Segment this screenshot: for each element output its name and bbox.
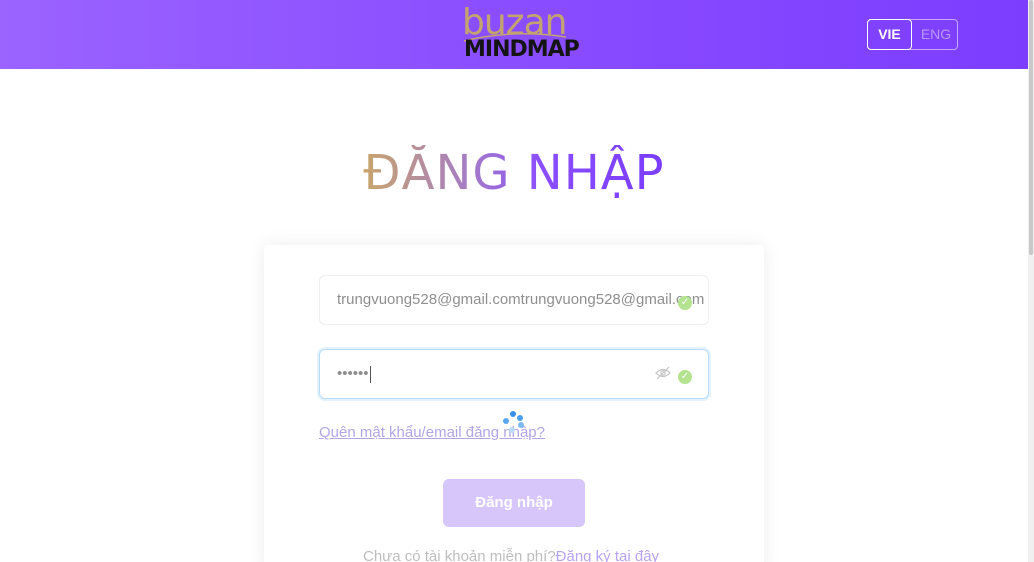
login-submit-button[interactable]: Đăng nhập <box>443 479 585 527</box>
email-field[interactable]: trungvuong528@gmail.comtrungvuong528@gma… <box>319 275 709 325</box>
signup-prompt: Chưa có tài khoản miễn phí?Đăng ký tại đ… <box>363 548 659 562</box>
language-switcher: VIE ENG <box>867 19 958 50</box>
buzan-mindmap-logo[interactable]: buzan MINDMAP <box>462 5 580 65</box>
password-field[interactable]: •••••• <box>319 349 709 399</box>
top-header-bar: buzan MINDMAP VIE ENG <box>0 0 1028 69</box>
check-circle-icon: ✓ <box>678 296 692 310</box>
language-vie-button[interactable]: VIE <box>867 19 912 50</box>
text-caret <box>369 365 371 383</box>
signup-prompt-text: Chưa có tài khoản miễn phí? <box>363 548 556 562</box>
language-eng-button[interactable]: ENG <box>914 20 958 49</box>
login-title: ĐĂNG NHẬP <box>300 142 728 204</box>
check-circle-icon: ✓ <box>678 370 692 384</box>
scrollbar-thumb[interactable] <box>1029 0 1033 255</box>
signup-link[interactable]: Đăng ký tại đây <box>556 548 659 562</box>
eye-off-icon[interactable] <box>655 366 671 380</box>
login-title-text: ĐĂNG NHẬP <box>363 145 665 201</box>
page-scrollbar[interactable] <box>1028 0 1034 562</box>
logo-wordmark-mindmap: MINDMAP <box>464 37 580 62</box>
password-value: •••••• <box>337 365 369 382</box>
spinner-icon <box>503 411 524 433</box>
